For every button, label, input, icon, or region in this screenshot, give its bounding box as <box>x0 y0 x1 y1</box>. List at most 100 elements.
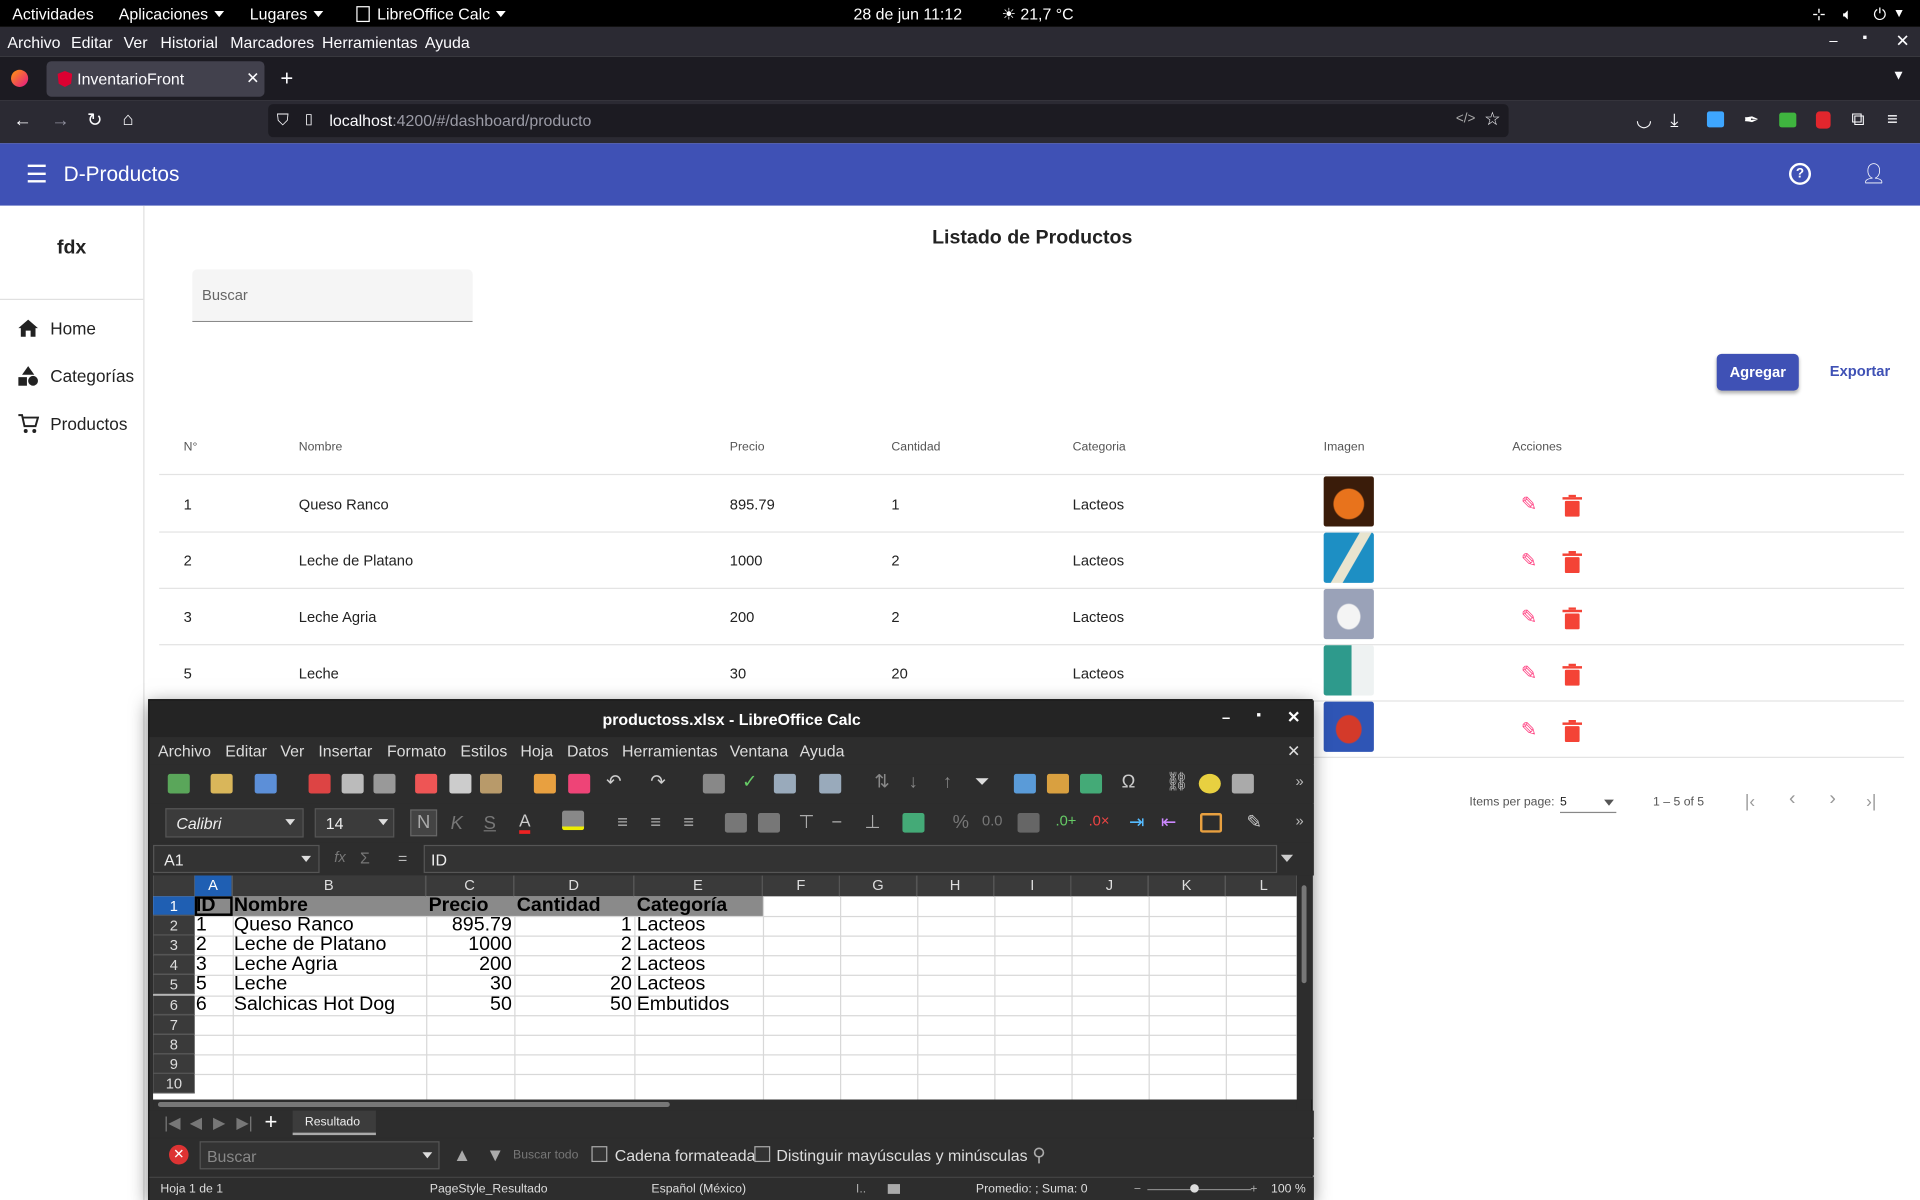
cell-d5[interactable]: 20 <box>514 975 632 995</box>
row-header[interactable]: 5 <box>153 974 195 995</box>
cell-e2[interactable]: Lacteos <box>637 916 763 936</box>
column-header-l[interactable]: L <box>1225 875 1297 897</box>
sort-ascending-icon[interactable]: ↓ <box>909 773 918 791</box>
align-right-icon[interactable]: ≡ <box>683 813 694 831</box>
export-button[interactable]: Exportar <box>1826 362 1895 379</box>
redo-icon[interactable]: ↷ <box>650 773 665 791</box>
extension-icon[interactable] <box>1779 112 1797 128</box>
add-decimal-icon[interactable]: .0+ <box>1056 813 1077 828</box>
prev-page-icon[interactable]: ‹ <box>1789 789 1796 811</box>
ff-menu-ayuda[interactable]: Ayuda <box>425 33 470 51</box>
close-icon[interactable]: ✕ <box>1287 708 1300 728</box>
cell-c3[interactable]: 1000 <box>426 936 512 956</box>
column-header-e[interactable]: E <box>634 875 763 897</box>
close-find-icon[interactable]: ✕ <box>168 1144 189 1165</box>
bookmark-star-icon[interactable]: ☆ <box>1484 110 1500 128</box>
column-header-f[interactable]: F <box>762 875 841 897</box>
align-top-icon[interactable]: ⊤ <box>798 813 814 831</box>
sort-icon[interactable]: ⇅ <box>874 773 889 791</box>
scrollbar-thumb[interactable] <box>157 1102 670 1107</box>
row-icon[interactable] <box>773 773 796 794</box>
column-header-k[interactable]: K <box>1148 875 1226 897</box>
vertical-scrollbar[interactable] <box>1297 875 1313 1100</box>
cell-d3[interactable]: 2 <box>514 936 632 956</box>
special-character-icon[interactable]: Ω <box>1122 773 1136 791</box>
extension-icon[interactable] <box>1815 111 1831 129</box>
reader-view-icon[interactable]: </> <box>1456 112 1475 126</box>
italic-button[interactable]: K <box>451 813 463 834</box>
sheet-tab[interactable]: Resultado <box>292 1110 376 1136</box>
cell-b1[interactable]: Nombre <box>234 896 426 916</box>
column-header-a[interactable]: A <box>194 875 233 897</box>
number-format-icon[interactable]: 0.0 <box>982 813 1002 828</box>
reload-icon[interactable]: ↻ <box>87 111 102 129</box>
row-header[interactable]: 8 <box>153 1034 195 1055</box>
row-header[interactable]: 10 <box>153 1073 195 1094</box>
undo-icon[interactable]: ↶ <box>606 773 621 791</box>
comment-icon[interactable] <box>1198 773 1221 794</box>
prev-sheet-icon[interactable]: ◀ <box>190 1114 202 1130</box>
clear-formatting-icon[interactable] <box>568 773 591 794</box>
extension-icon[interactable]: ✒ <box>1744 111 1759 129</box>
cell-c2[interactable]: 895.79 <box>426 916 512 936</box>
export-pdf-icon[interactable] <box>308 773 331 794</box>
forward-icon[interactable]: → <box>51 111 69 129</box>
clone-formatting-icon[interactable] <box>533 773 556 794</box>
align-middle-icon[interactable]: − <box>831 813 842 831</box>
close-icon[interactable]: ✕ <box>1896 32 1910 49</box>
underline-button[interactable]: S <box>484 813 496 834</box>
last-sheet-icon[interactable]: ▶| <box>236 1114 252 1130</box>
power-icon[interactable]: ⏻ <box>1873 5 1886 25</box>
cell-c6[interactable]: 50 <box>426 996 512 1016</box>
cell-d6[interactable]: 50 <box>514 996 632 1016</box>
sort-descending-icon[interactable]: ↑ <box>943 773 952 791</box>
calc-menu-item[interactable]: Ayuda <box>800 742 845 760</box>
delete-icon[interactable] <box>1562 494 1583 517</box>
percent-format-icon[interactable]: % <box>953 813 969 831</box>
selection-mode-icon[interactable]: I.. <box>856 1183 866 1196</box>
increase-indent-icon[interactable]: ⇥ <box>1129 813 1144 831</box>
row-header[interactable]: 9 <box>153 1054 195 1074</box>
row-header[interactable]: 1 <box>153 896 195 916</box>
calc-menu-item[interactable]: Hoja <box>520 742 553 760</box>
places-menu[interactable]: Lugares <box>250 5 324 23</box>
pivot-table-icon[interactable] <box>1080 773 1103 794</box>
add-button[interactable]: Agregar <box>1716 353 1799 391</box>
cell-b2[interactable]: Queso Ranco <box>234 916 426 936</box>
column-icon[interactable] <box>819 773 842 794</box>
shield-icon[interactable]: ⛉ <box>277 111 289 127</box>
maximize-icon[interactable]: ▪ <box>1256 708 1261 723</box>
network-icon[interactable]: ⊹ <box>1812 5 1825 25</box>
hamburger-menu-icon[interactable]: ≡ <box>1887 110 1898 128</box>
applications-menu[interactable]: Aplicaciones <box>119 5 225 23</box>
name-box[interactable]: A1 <box>153 844 320 874</box>
font-name-box[interactable]: Calibri <box>165 808 304 838</box>
volume-icon[interactable]: 🔈︎ <box>1843 5 1853 25</box>
bold-button[interactable]: N <box>410 809 438 837</box>
calc-menu-item[interactable]: Herramientas <box>622 742 718 760</box>
delete-icon[interactable] <box>1562 607 1583 630</box>
merge-cells-icon[interactable] <box>757 813 781 833</box>
calc-menu-item[interactable]: Estilos <box>460 742 507 760</box>
expand-formula-icon[interactable] <box>1280 854 1294 863</box>
column-header-j[interactable]: J <box>1071 875 1149 897</box>
firefox-icon[interactable] <box>11 69 29 87</box>
ff-menu-historial[interactable]: Historial <box>160 33 218 51</box>
extensions-icon[interactable]: ⧉ <box>1851 110 1864 128</box>
font-color-icon[interactable]: A <box>519 811 531 834</box>
find-replace-icon[interactable]: ⚲ <box>1032 1146 1045 1164</box>
print-preview-icon[interactable] <box>373 773 396 794</box>
zoom-level[interactable]: 100 % <box>1271 1183 1306 1196</box>
find-replace-icon[interactable] <box>702 773 725 794</box>
account-icon[interactable]: 👤︎ <box>1861 162 1886 186</box>
back-icon[interactable]: ← <box>13 111 31 129</box>
find-previous-icon[interactable]: ▲ <box>453 1146 471 1164</box>
font-size-box[interactable]: 14 <box>314 808 395 838</box>
insert-image-icon[interactable] <box>1013 773 1036 794</box>
edit-icon[interactable]: ✎ <box>1521 661 1537 685</box>
find-all-button[interactable]: Buscar todo <box>513 1149 578 1162</box>
cell-e5[interactable]: Lacteos <box>637 975 763 995</box>
cell-c5[interactable]: 30 <box>426 975 512 995</box>
cell-b3[interactable]: Leche de Platano <box>234 936 426 956</box>
search-input[interactable]: Buscar <box>192 269 473 323</box>
